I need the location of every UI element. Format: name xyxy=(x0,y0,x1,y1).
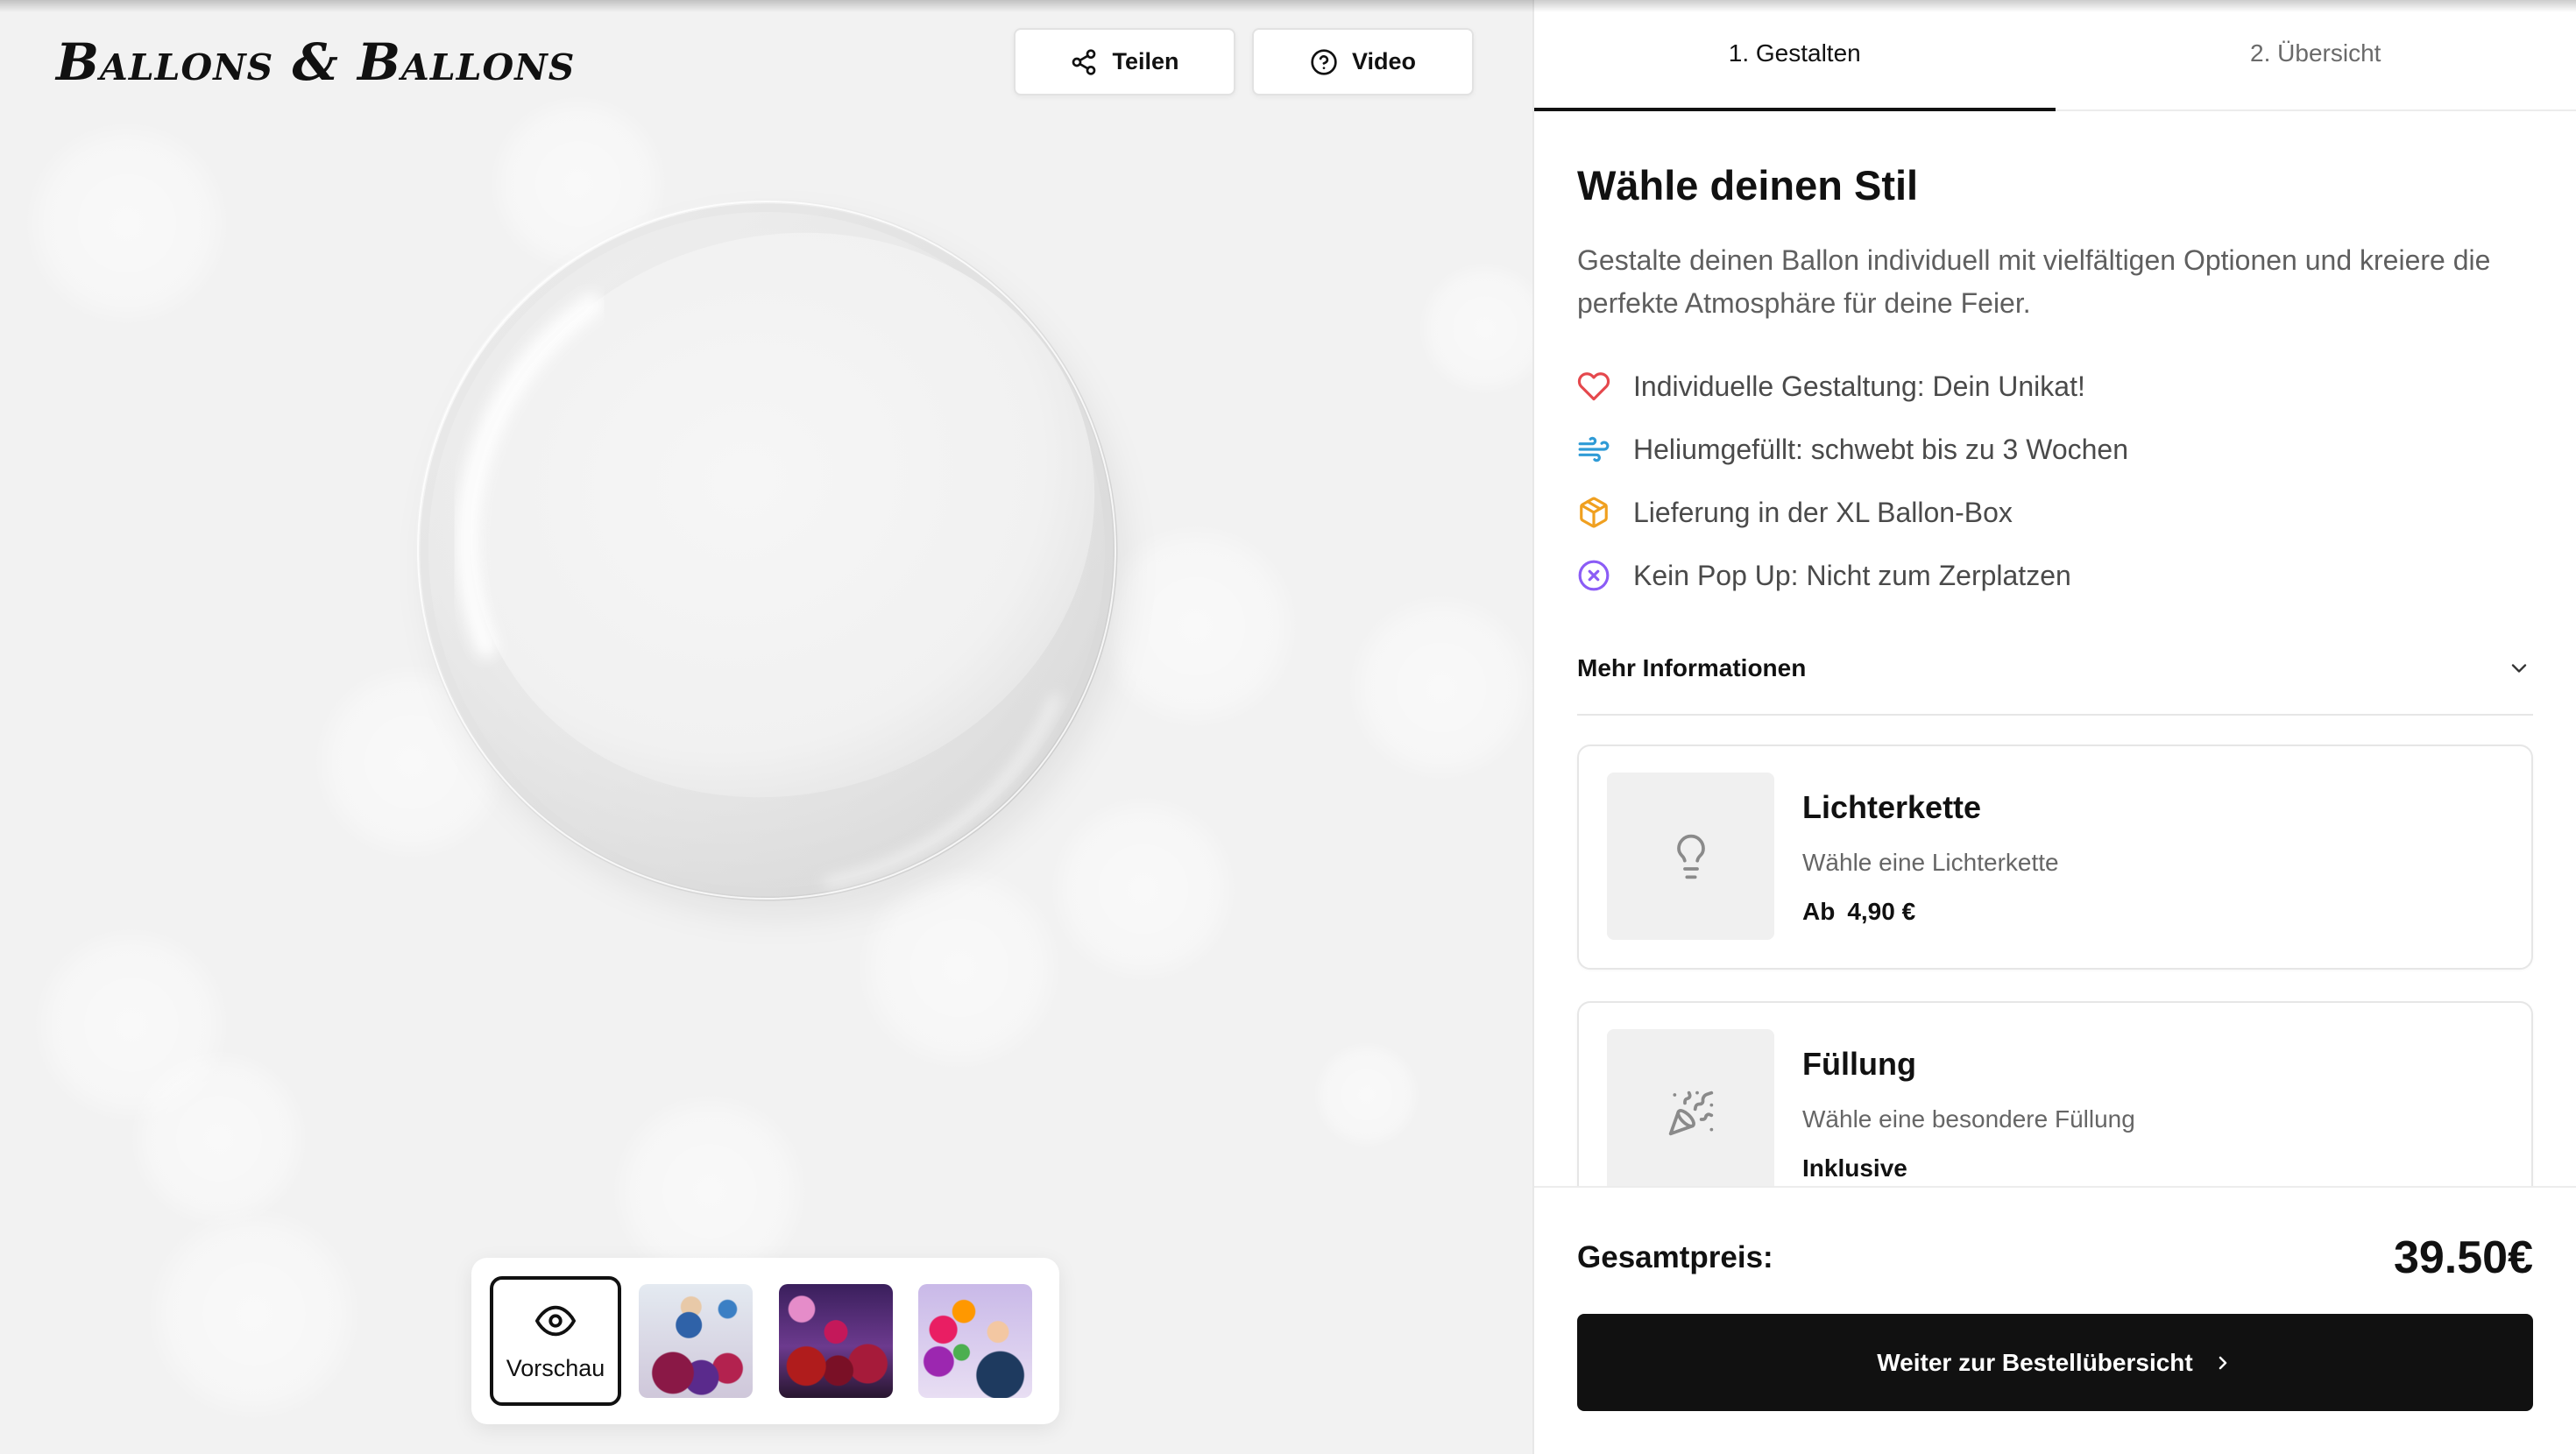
price-prefix: Ab xyxy=(1802,898,1836,925)
balloon-preview-image xyxy=(415,199,1124,914)
share-button-label: Teilen xyxy=(1112,48,1179,74)
option-info: Lichterkette Wähle eine Lichterkette Ab 4… xyxy=(1802,773,2059,942)
feature-text: Kein Pop Up: Nicht zum Zerplatzen xyxy=(1633,559,2071,591)
option-price: Inklusive xyxy=(1802,1154,1907,1182)
option-card-fuellung[interactable]: Füllung Wähle eine besondere Füllung Ink… xyxy=(1577,1001,2533,1186)
background-bokeh xyxy=(26,123,228,324)
order-footer: Gesamtpreis: 39.50€ Weiter zur Bestellüb… xyxy=(1534,1186,2576,1454)
preview-panel: Ballons & Ballons Teilen Video Vorschau xyxy=(0,0,1532,1454)
feature-list: Individuelle Gestaltung: Dein Unikat! He… xyxy=(1577,355,2533,607)
configurator-content[interactable]: Wähle deinen Stil Gestalte deinen Ballon… xyxy=(1534,111,2576,1186)
preview-tile-label: Vorschau xyxy=(506,1355,605,1381)
option-price: Ab 4,90 € xyxy=(1802,894,2059,929)
gallery-thumbnail-3[interactable] xyxy=(918,1284,1032,1398)
tab-gestalten[interactable]: 1. Gestalten xyxy=(1534,0,2056,111)
video-button[interactable]: Video xyxy=(1252,28,1474,95)
preview-gallery: Vorschau xyxy=(471,1258,1059,1424)
video-button-label: Video xyxy=(1351,48,1417,74)
eye-icon xyxy=(535,1301,576,1341)
feature-item: Individuelle Gestaltung: Dein Unikat! xyxy=(1577,355,2533,418)
feature-text: Heliumgefüllt: schwebt bis zu 3 Wochen xyxy=(1633,433,2129,465)
price-amount: 4,90 € xyxy=(1847,898,1916,925)
party-popper-icon xyxy=(1667,1089,1716,1138)
total-price-value: 39.50€ xyxy=(2393,1232,2533,1283)
chevron-right-icon xyxy=(2212,1352,2233,1373)
background-bokeh xyxy=(149,1209,359,1419)
option-image xyxy=(1607,773,1774,940)
preview-tile[interactable]: Vorschau xyxy=(490,1276,621,1406)
continue-button-label: Weiter zur Bestellübersicht xyxy=(1877,1348,2193,1376)
feature-item: Heliumgefüllt: schwebt bis zu 3 Wochen xyxy=(1577,418,2533,481)
gallery-thumbnail-2[interactable] xyxy=(779,1284,893,1398)
background-bokeh xyxy=(1419,263,1532,394)
heart-icon xyxy=(1577,370,1610,403)
brand-logo[interactable]: Ballons & Ballons xyxy=(56,32,575,93)
total-price-label: Gesamtpreis: xyxy=(1577,1240,1773,1274)
section-heading: Wähle deinen Stil xyxy=(1577,162,1919,208)
total-price-row: Gesamtpreis: 39.50€ xyxy=(1577,1232,2533,1284)
option-image xyxy=(1607,1029,1774,1186)
background-bokeh xyxy=(1349,596,1532,780)
option-title: Lichterkette xyxy=(1802,789,1982,825)
tab-label: 2. Übersicht xyxy=(2250,39,2381,67)
top-edge-shadow xyxy=(0,0,2576,12)
background-bokeh xyxy=(1314,1042,1419,1147)
feature-text: Individuelle Gestaltung: Dein Unikat! xyxy=(1633,370,2085,402)
gallery-thumbnail-1[interactable] xyxy=(639,1284,753,1398)
option-card-lichterkette[interactable]: Lichterkette Wähle eine Lichterkette Ab 4… xyxy=(1577,745,2533,970)
configurator-panel: 1. Gestalten 2. Übersicht Wähle deinen S… xyxy=(1532,0,2576,1454)
background-bokeh xyxy=(131,1051,307,1226)
package-icon xyxy=(1577,496,1610,529)
feature-item: Lieferung in der XL Ballon-Box xyxy=(1577,481,2533,544)
option-subtitle: Wähle eine besondere Füllung xyxy=(1802,1105,2135,1133)
continue-to-overview-button[interactable]: Weiter zur Bestellübersicht xyxy=(1577,1314,2533,1411)
option-subtitle: Wähle eine Lichterkette xyxy=(1802,849,2059,876)
wind-icon xyxy=(1577,433,1610,466)
feature-item: Kein Pop Up: Nicht zum Zerplatzen xyxy=(1577,544,2533,607)
step-tabs: 1. Gestalten 2. Übersicht xyxy=(1534,0,2576,111)
help-circle-icon xyxy=(1310,48,1338,76)
option-info: Füllung Wähle eine besondere Füllung Ink… xyxy=(1802,1029,2135,1186)
tab-uebersicht[interactable]: 2. Übersicht xyxy=(2056,0,2576,109)
more-info-label: Mehr Informationen xyxy=(1577,654,1807,681)
tab-label: 1. Gestalten xyxy=(1728,39,1861,67)
chevron-down-icon xyxy=(2507,656,2531,681)
share-icon xyxy=(1070,48,1098,76)
more-info-toggle[interactable]: Mehr Informationen xyxy=(1577,623,2533,716)
feature-text: Lieferung in der XL Ballon-Box xyxy=(1633,496,2013,528)
option-title: Füllung xyxy=(1802,1046,1916,1082)
section-description: Gestalte deinen Ballon individuell mit v… xyxy=(1577,244,2491,319)
lightbulb-icon xyxy=(1667,832,1716,881)
x-circle-icon xyxy=(1577,559,1610,592)
share-button[interactable]: Teilen xyxy=(1014,28,1235,95)
